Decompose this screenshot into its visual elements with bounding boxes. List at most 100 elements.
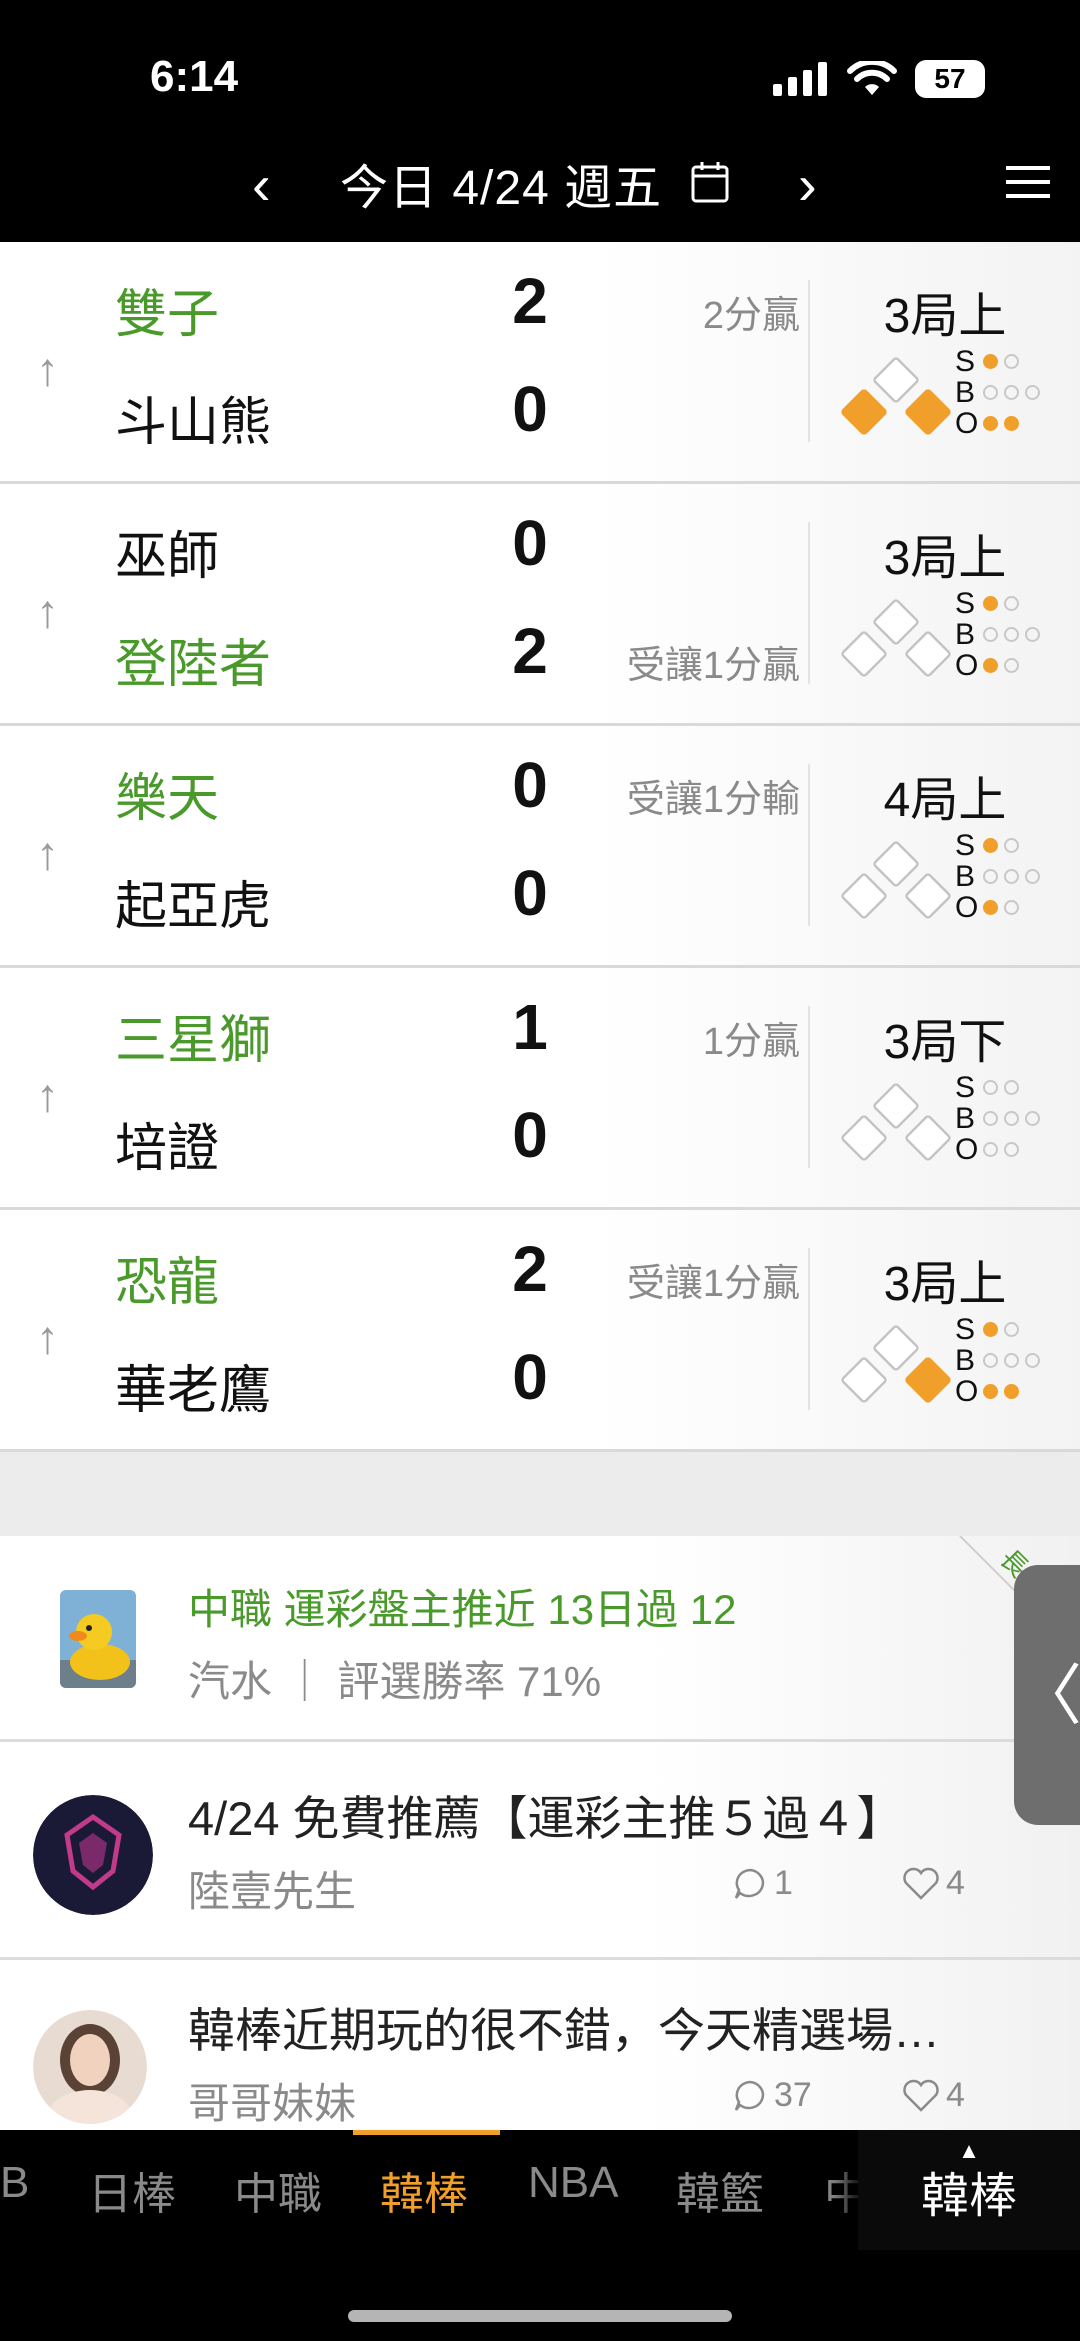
arrow-up-icon[interactable]: ↑	[36, 342, 59, 396]
active-tab-indicator	[353, 2130, 500, 2135]
divider	[808, 1248, 810, 1410]
team-1-name: 雙子	[115, 286, 220, 344]
team-1-name: 三星獅	[115, 1012, 272, 1070]
count-dot	[983, 1142, 998, 1157]
post-title[interactable]: 4/24 免費推薦【運彩主推５過４】	[188, 1780, 904, 1849]
tab-item[interactable]: 中職	[234, 2158, 322, 2222]
tab-item[interactable]: NBA	[528, 2158, 618, 2208]
post-title[interactable]: 中職 運彩盤主推近 13日過 12	[188, 1576, 736, 1637]
sbo-count: SBO	[955, 1314, 1065, 1407]
team-1-name: 恐龍	[115, 1254, 220, 1312]
status-time: 6:14	[150, 52, 239, 101]
arrow-up-icon[interactable]: ↑	[36, 584, 59, 638]
count-dot	[983, 869, 998, 884]
post-author: 陸壹先生	[188, 1868, 357, 1915]
count-dot	[983, 1111, 998, 1126]
post-item[interactable]: 韓棒近期玩的很不錯，今天精選場… 哥哥妹妹 37 4	[0, 1960, 1080, 2130]
count-dot	[1004, 1322, 1019, 1337]
like-count[interactable]: 4	[902, 1864, 965, 1903]
count-dot	[1004, 658, 1019, 673]
caret-up-icon: ▲	[958, 2138, 980, 2163]
inning-label: 4局上	[883, 774, 1007, 827]
team-1-result: 2分贏	[702, 295, 800, 337]
sbo-row-s: S	[955, 1072, 1065, 1103]
sbo-count: SBO	[955, 830, 1065, 923]
team-2-score: 0	[512, 1341, 548, 1413]
tab-item[interactable]: 日棒	[88, 2158, 176, 2222]
section-gap	[0, 1452, 1080, 1536]
like-count[interactable]: 4	[902, 2076, 965, 2115]
count-dot	[1025, 1111, 1040, 1126]
sbo-row-s: S	[955, 346, 1065, 377]
comment-count[interactable]: 37	[732, 2076, 812, 2115]
team-1-score: 0	[512, 507, 548, 579]
count-dot	[1025, 627, 1040, 642]
team-2-score: 0	[512, 373, 548, 445]
post-author: 汽水 ｜ 評選勝率 71%	[188, 1658, 602, 1705]
arrow-up-icon[interactable]: ↑	[36, 1310, 59, 1364]
tab-item[interactable]: 韓籃	[676, 2158, 764, 2222]
game-row[interactable]: ↑ 樂天 起亞虎 0 0 受讓1分輸 4局上 SBO	[0, 726, 1080, 968]
count-dot	[983, 385, 998, 400]
game-row[interactable]: ↑ 雙子 斗山熊 2 0 2分贏 3局上 SBO	[0, 242, 1080, 484]
first-base	[905, 631, 951, 677]
battery-indicator: 57	[915, 60, 985, 98]
sbo-letter: O	[955, 1133, 979, 1166]
status-bar: 6:14 57	[0, 0, 1080, 140]
count-dot	[1004, 627, 1019, 642]
team-2-name: 華老鷹	[115, 1362, 272, 1420]
home-indicator[interactable]	[348, 2310, 732, 2322]
game-row[interactable]: ↑ 巫師 登陸者 0 2 受讓1分贏 3局上 SBO	[0, 484, 1080, 726]
game-row[interactable]: ↑ 三星獅 培證 1 0 1分贏 3局下 SBO	[0, 968, 1080, 1210]
home-area	[0, 2250, 1080, 2341]
side-drawer-tab[interactable]: 〈	[1014, 1565, 1080, 1825]
posts-list: 中職 運彩盤主推近 13日過 12 汽水 ｜ 評選勝率 71% 長期 4/24 …	[0, 1536, 1080, 2130]
third-base	[841, 389, 887, 435]
count-dot	[1004, 1384, 1019, 1399]
bases-diamond-icon	[841, 841, 951, 919]
post-author: 哥哥妹妹	[188, 2080, 357, 2127]
arrow-up-icon[interactable]: ↑	[36, 1068, 59, 1122]
game-row[interactable]: ↑ 恐龍 華老鷹 2 0 受讓1分贏 3局上 SBO	[0, 1210, 1080, 1452]
bases-diamond-icon	[841, 1083, 951, 1161]
sbo-row-s: S	[955, 830, 1065, 861]
comment-count-value: 1	[774, 1864, 793, 1902]
count-dot	[1004, 416, 1019, 431]
count-dot	[1004, 900, 1019, 915]
count-dot	[1025, 1353, 1040, 1368]
comment-count[interactable]: 1	[732, 1864, 793, 1903]
sbo-letter: O	[955, 649, 979, 682]
sbo-row-o: O	[955, 892, 1065, 923]
divider	[808, 522, 810, 684]
arrow-up-icon[interactable]: ↑	[36, 826, 59, 880]
first-base	[905, 873, 951, 919]
sbo-letter: B	[955, 376, 976, 409]
date-title[interactable]: 今日 4/24 週五	[340, 154, 662, 224]
bottom-tab-bar: B 日棒 中職 韓棒 NBA 韓籃 中 ▲ 韓棒	[0, 2130, 1080, 2250]
chevron-right-icon[interactable]: ›	[798, 150, 817, 220]
second-base	[873, 841, 919, 887]
team-2-name: 起亞虎	[115, 878, 272, 936]
post-item[interactable]: 中職 運彩盤主推近 13日過 12 汽水 ｜ 評選勝率 71% 長期	[0, 1536, 1080, 1742]
current-league-button[interactable]: ▲ 韓棒	[858, 2130, 1080, 2250]
tab-item[interactable]: 韓棒	[380, 2158, 468, 2222]
sbo-row-b: B	[955, 619, 1065, 650]
count-dot	[983, 838, 998, 853]
sbo-row-b: B	[955, 861, 1065, 892]
calendar-icon[interactable]	[690, 160, 730, 204]
count-dot	[1004, 354, 1019, 369]
sbo-letter: O	[955, 891, 979, 924]
tab-item[interactable]: B	[0, 2158, 29, 2208]
third-base	[841, 1115, 887, 1161]
menu-icon[interactable]	[1004, 162, 1052, 202]
chevron-left-icon[interactable]: ‹	[252, 150, 271, 220]
first-base	[905, 389, 951, 435]
divider	[808, 280, 810, 442]
first-base	[905, 1115, 951, 1161]
count-dot	[983, 900, 998, 915]
post-item[interactable]: 4/24 免費推薦【運彩主推５過４】 陸壹先生 1 4	[0, 1742, 1080, 1960]
second-base	[873, 1325, 919, 1371]
sbo-row-b: B	[955, 377, 1065, 408]
heart-icon	[903, 1867, 939, 1900]
post-title[interactable]: 韓棒近期玩的很不錯，今天精選場…	[188, 1992, 940, 2061]
